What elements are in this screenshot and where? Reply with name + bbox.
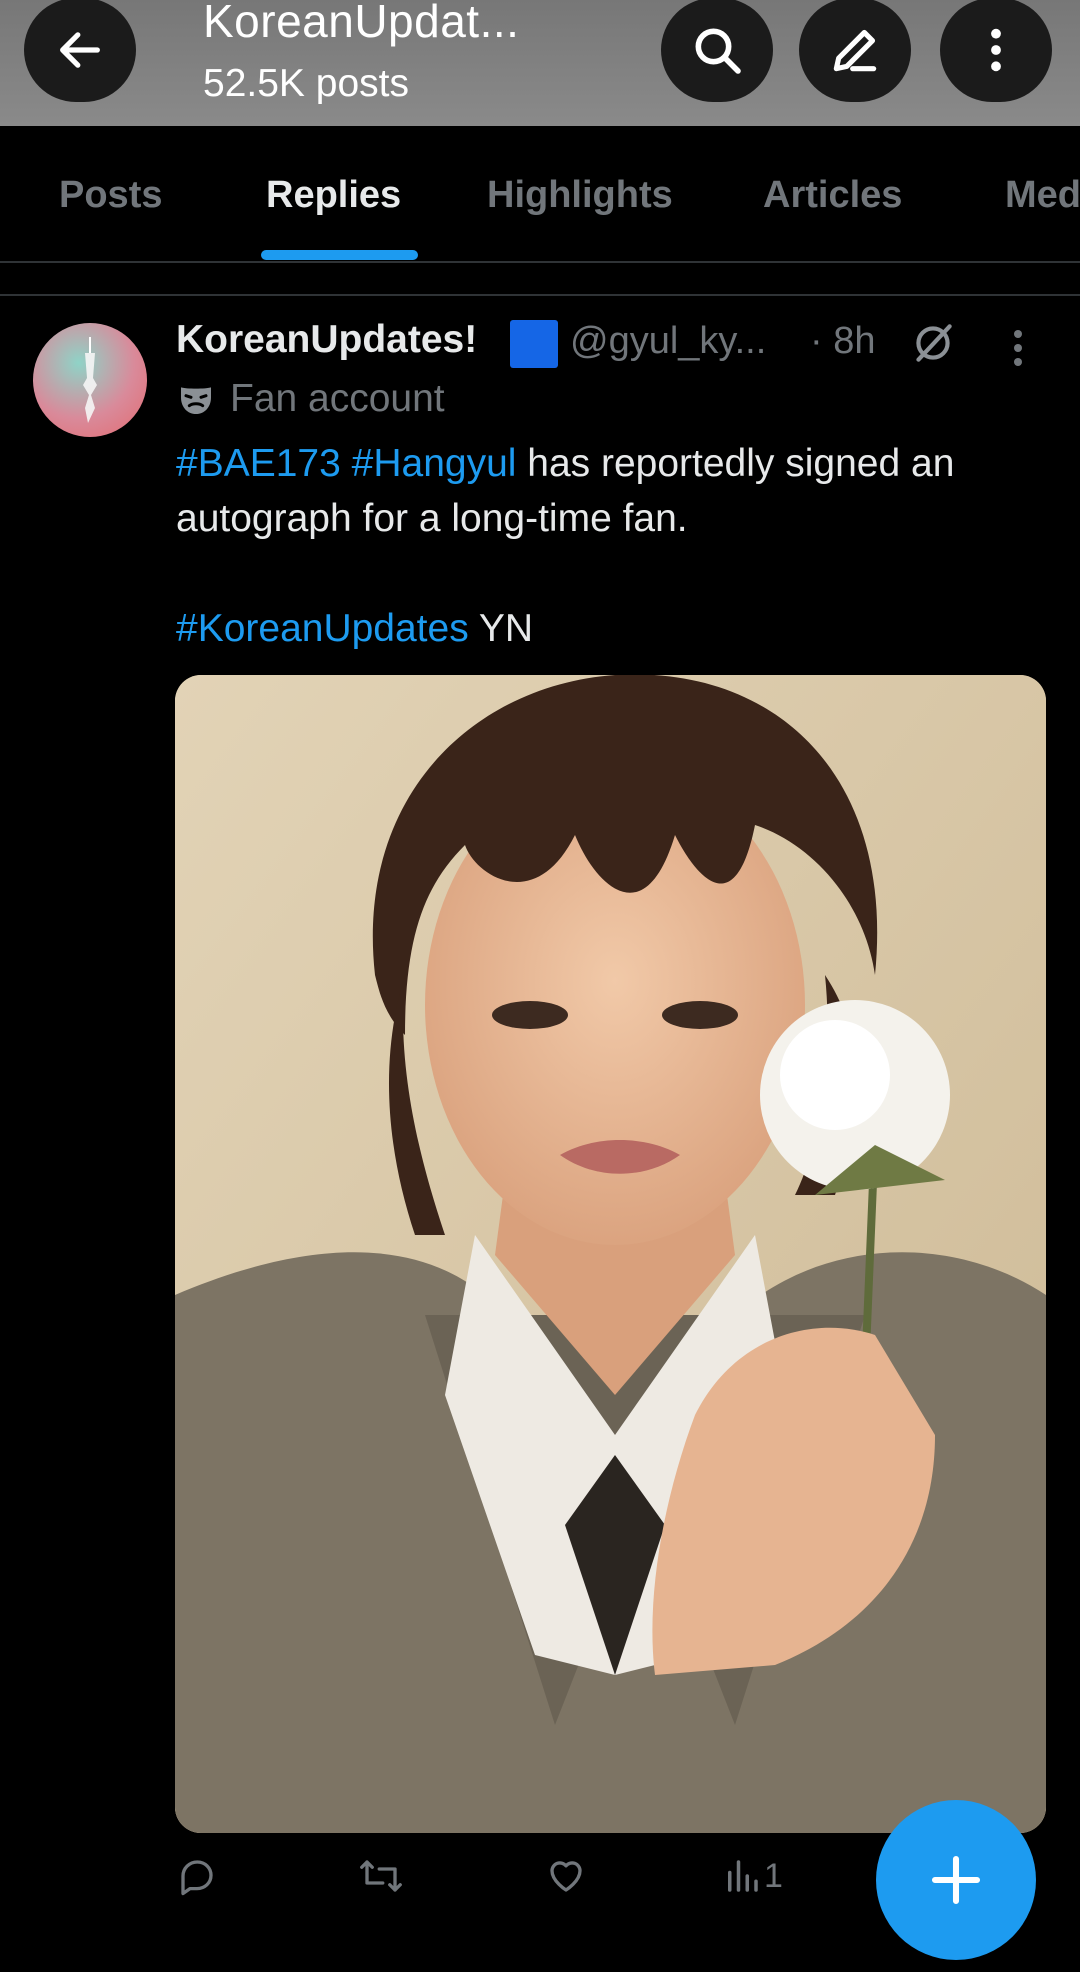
plus-icon [931,1855,981,1905]
back-button[interactable] [24,0,136,102]
avatar[interactable] [33,323,147,437]
compose-fab[interactable] [876,1800,1036,1960]
top-app-bar: KoreanUpdat... 52.5K posts [0,0,1080,126]
views-count: 1 [764,1856,783,1895]
edit-button[interactable] [799,0,911,102]
reply-button[interactable] [176,1855,218,1897]
grok-icon[interactable] [908,318,958,368]
post-divider [0,294,1080,296]
account-label: Fan account [176,374,445,424]
arrow-left-icon [60,32,100,68]
hashtag-link[interactable]: #BAE173 [176,442,341,485]
repost-icon [360,1860,402,1892]
mask-icon [181,387,211,414]
avatar-image [83,337,97,423]
profile-title: KoreanUpdat... [203,0,520,47]
account-label-text: Fan account [230,377,445,420]
blue-square-icon [510,320,558,368]
active-tab-indicator [261,250,418,260]
tabs-divider [0,261,1080,263]
portrait-illustration [175,675,1046,1833]
pencil-icon [833,29,877,72]
post-count: 52.5K posts [203,62,409,105]
tab-posts[interactable]: Posts [59,174,162,217]
hashtag-link[interactable]: #KoreanUpdates [176,607,469,650]
search-button[interactable] [661,0,773,102]
views-button[interactable]: 1 [724,1855,783,1897]
hashtag-link[interactable]: #Hangyul [352,442,517,485]
reply-icon [181,1860,213,1896]
user-handle[interactable]: @gyul_ky... [570,320,766,363]
views-bar-icon [728,1860,758,1892]
tab-highlights[interactable]: Highlights [487,174,673,217]
profile-tabs: Posts Replies Highlights Articles Med [0,126,1080,262]
more-options-button[interactable] [940,0,1052,102]
search-icon [695,28,741,74]
post-time[interactable]: · 8h [810,320,875,363]
post-text: #BAE173 #Hangyul has reportedly signed a… [176,436,1056,656]
repost-button[interactable] [358,1855,404,1897]
more-vertical-icon [991,28,1001,72]
heart-icon [550,1861,582,1892]
tab-articles[interactable]: Articles [763,174,902,217]
tab-media[interactable]: Med [1005,174,1080,217]
display-name[interactable]: KoreanUpdates! [176,318,477,362]
post-text-segment: YN [468,607,534,650]
like-button[interactable] [545,1855,587,1897]
tab-replies[interactable]: Replies [266,174,401,217]
post-image[interactable] [175,675,1046,1833]
post-more-icon[interactable] [1006,328,1030,368]
